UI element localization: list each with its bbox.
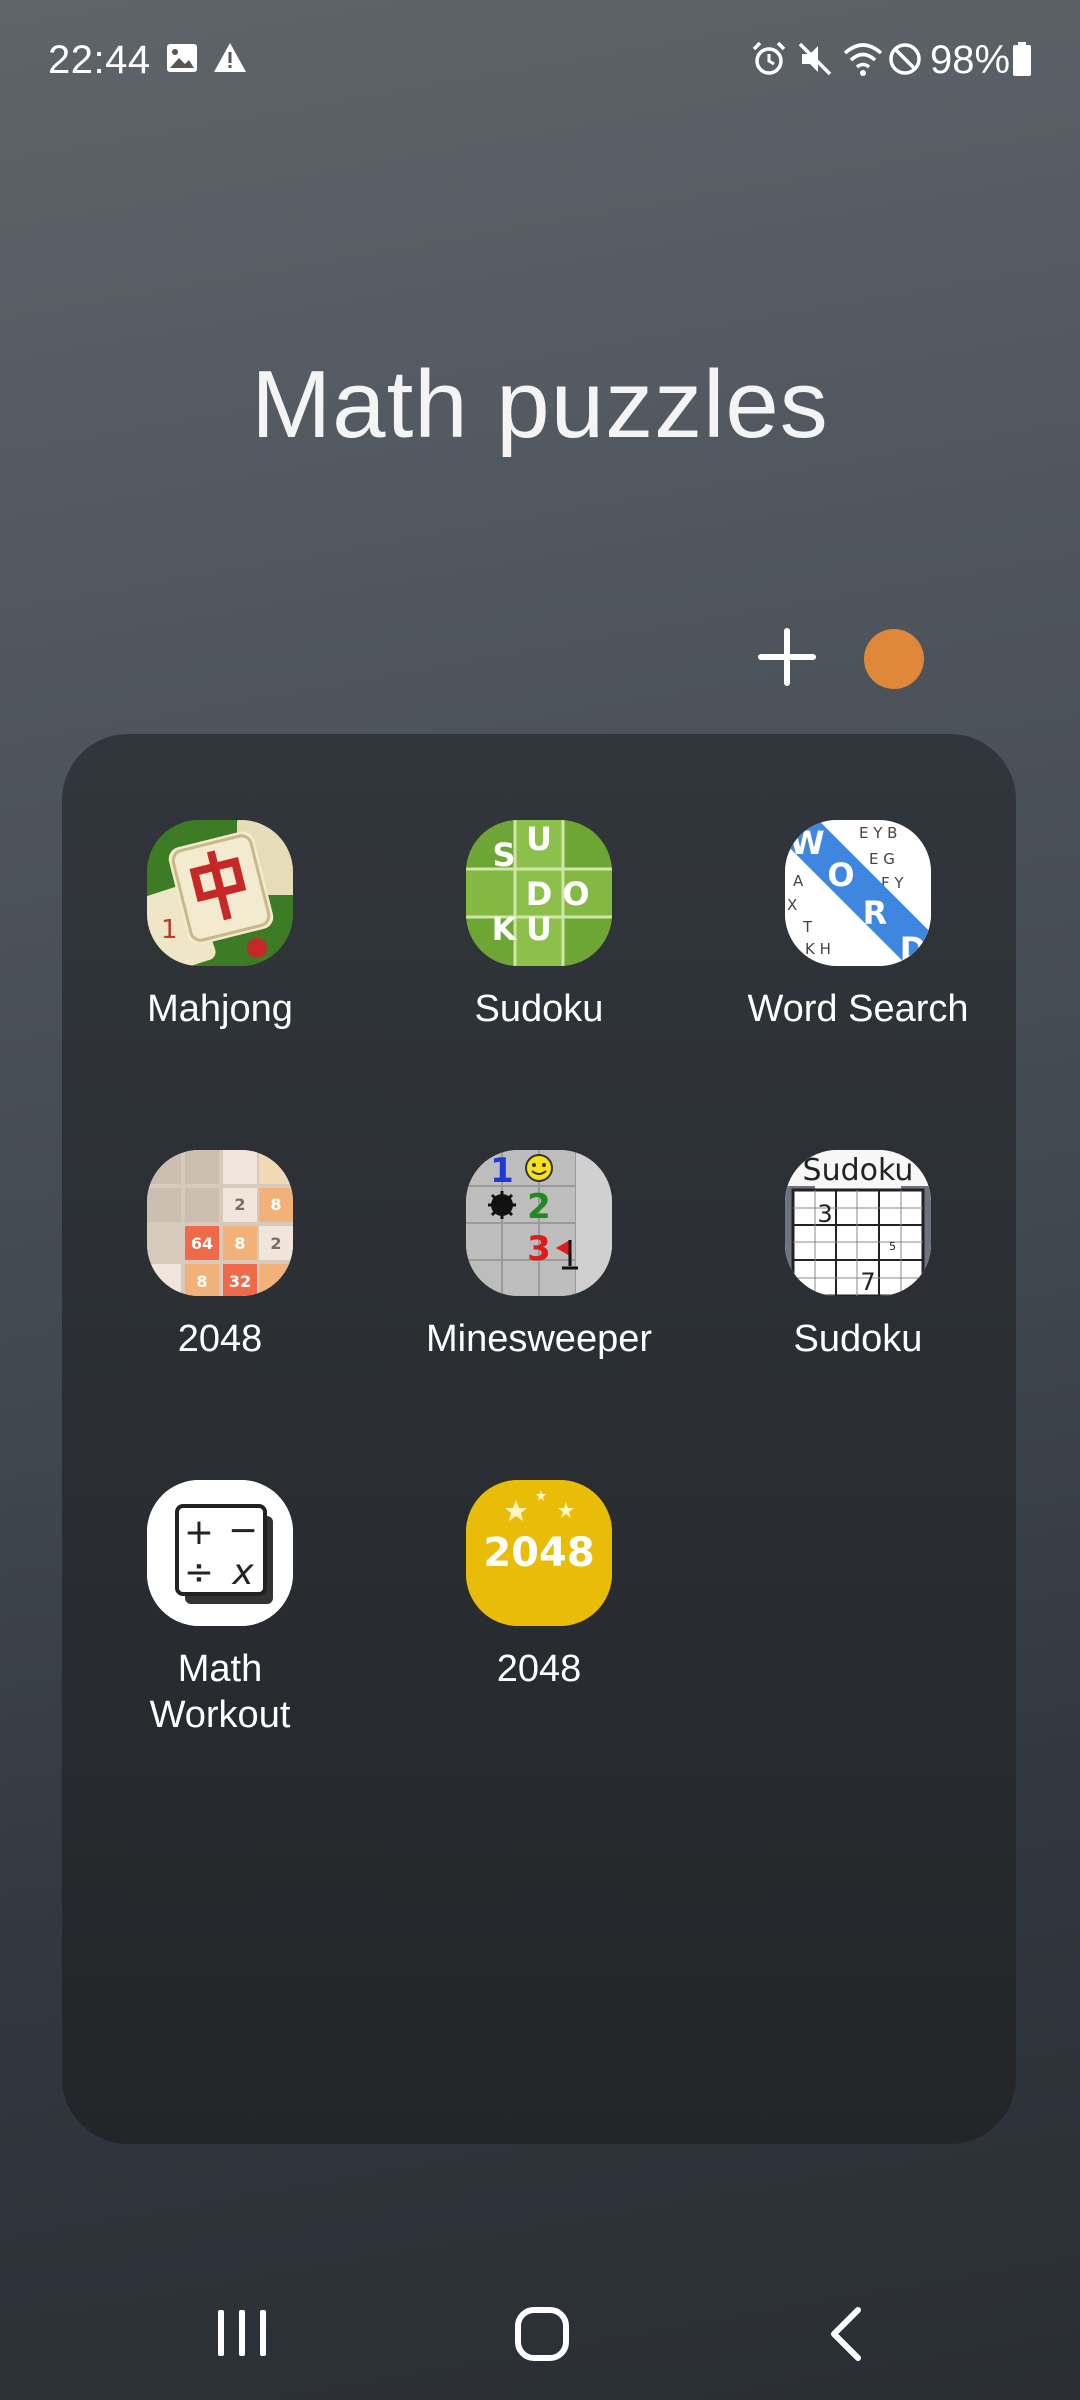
word-search-icon: E Y B E G F Y X T K H A W O R D (785, 820, 931, 966)
app-label: 2048 (496, 1648, 582, 1690)
svg-text:2: 2 (527, 1187, 551, 1227)
svg-text:Sudoku: Sudoku (803, 1153, 914, 1188)
svg-text:−: − (228, 1510, 258, 1551)
svg-text:D: D (526, 875, 553, 913)
app-word-search[interactable]: E Y B E G F Y X T K H A W O R D Word Sea… (708, 820, 1008, 1032)
app-minesweeper[interactable]: 1 2 3 Minesweeper (389, 1150, 689, 1362)
app-label: Mahjong (147, 988, 293, 1030)
folder-panel: 1 Mahjong S U D O K U Sudoku E Y B E G F… (62, 734, 1016, 2144)
app-label: Sudoku (793, 1318, 923, 1360)
svg-text:1: 1 (490, 1151, 514, 1191)
app-sudoku[interactable]: S U D O K U Sudoku (389, 820, 689, 1032)
battery-percent: 98% (930, 38, 1011, 82)
app-label-line2: Workout (149, 1694, 291, 1736)
home-icon[interactable] (514, 2306, 570, 2362)
svg-text:÷: ÷ (184, 1552, 214, 1593)
back-icon[interactable] (826, 2306, 866, 2362)
image-icon (167, 44, 197, 72)
app-label: Minesweeper (426, 1318, 652, 1360)
minesweeper-icon: 1 2 3 (466, 1150, 612, 1296)
folder-color-button[interactable] (864, 629, 924, 689)
app-label: 2048 (177, 1318, 263, 1360)
svg-text:+: + (184, 1512, 214, 1553)
svg-text:D: D (900, 930, 927, 966)
2048-tiles-icon: 2 8 64 8 2 8 32 (147, 1150, 293, 1296)
svg-text:T: T (802, 918, 813, 936)
svg-text:3: 3 (527, 1229, 551, 1269)
sudoku-grid-icon: Sudoku 3 7 5 (785, 1150, 931, 1296)
status-time: 22:44 (48, 38, 151, 82)
svg-text:W: W (789, 824, 824, 862)
svg-text:S: S (492, 836, 515, 874)
svg-text:64: 64 (191, 1234, 213, 1253)
add-app-button[interactable] (755, 625, 819, 689)
battery-icon (1013, 42, 1031, 76)
app-2048-yellow[interactable]: 2048 2048 (389, 1480, 689, 1692)
app-label-line1: Math (177, 1648, 263, 1690)
mute-icon (798, 42, 832, 76)
svg-text:5: 5 (889, 1240, 896, 1253)
svg-text:32: 32 (229, 1272, 251, 1291)
svg-text:E G: E G (869, 850, 895, 868)
navigation-bar (0, 2260, 1080, 2400)
svg-text:X: X (787, 896, 797, 914)
mahjong-icon: 1 (147, 820, 293, 966)
2048-yellow-icon: 2048 (466, 1480, 612, 1626)
svg-text:K: K (492, 910, 518, 948)
do-not-disturb-icon (889, 43, 921, 75)
svg-text:7: 7 (860, 1268, 875, 1296)
folder-title[interactable]: Math puzzles (0, 350, 1080, 460)
app-label: Math Workout (70, 1646, 370, 1738)
svg-text:8: 8 (270, 1195, 281, 1214)
svg-text:3: 3 (817, 1200, 832, 1228)
svg-text:O: O (562, 875, 589, 913)
svg-text:2048: 2048 (483, 1530, 594, 1576)
alarm-icon (752, 41, 786, 75)
math-workout-icon: + − ÷ x (147, 1480, 293, 1626)
app-math-workout[interactable]: + − ÷ x Math Workout (70, 1480, 370, 1738)
app-label: Word Search (747, 988, 969, 1030)
status-bar: 22:44 98% (0, 0, 1080, 120)
svg-text:8: 8 (196, 1272, 207, 1291)
svg-text:E Y B: E Y B (859, 824, 897, 842)
svg-text:A: A (793, 872, 804, 890)
app-2048[interactable]: 2 8 64 8 2 8 32 2048 (70, 1150, 370, 1362)
recents-icon[interactable] (212, 2308, 272, 2358)
svg-text:R: R (863, 894, 888, 932)
svg-text:8: 8 (234, 1234, 245, 1253)
warning-icon (214, 43, 246, 72)
svg-text:x: x (231, 1552, 254, 1593)
app-sudoku-classic[interactable]: Sudoku 3 7 5 Sudoku (708, 1150, 1008, 1362)
app-label: Sudoku (474, 988, 604, 1030)
sudoku-green-icon: S U D O K U (466, 820, 612, 966)
svg-text:2: 2 (270, 1234, 281, 1253)
app-mahjong[interactable]: 1 Mahjong (70, 820, 370, 1032)
svg-text:K H: K H (805, 940, 831, 958)
svg-text:1: 1 (161, 915, 178, 945)
svg-text:O: O (827, 856, 854, 894)
svg-text:U: U (526, 820, 552, 858)
svg-text:2: 2 (234, 1195, 245, 1214)
svg-text:U: U (526, 910, 552, 948)
wifi-icon (843, 43, 883, 76)
